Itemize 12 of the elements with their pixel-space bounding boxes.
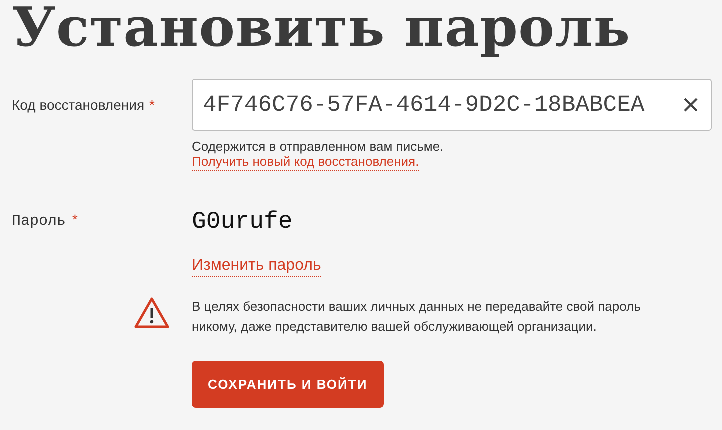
page-title: Установить пароль [12,0,632,61]
warning-text: В целях безопасности ваших личных данных не передавайте свой пароль никому, даже представителю вашей обслуживающей организации. [192,298,642,336]
warning-icon [134,297,170,330]
password-value: G0urufe [192,209,293,236]
recovery-code-field[interactable]: 4F746C76-57FA-4614-9D2C-18BABCEA [192,79,712,131]
field-label: Пароль * [12,212,80,230]
change-password-link[interactable]: Изменить пароль [192,256,322,278]
new-code-link[interactable]: Получить новый код восстановления. [192,154,420,172]
close-icon[interactable] [684,98,698,112]
field-label: Код восстановления * [12,96,156,113]
save-and-login-button[interactable]: СОХРАНИТЬ И ВОЙТИ [192,361,384,408]
hint-text: Содержится в отправленном вам письме. [192,139,444,154]
